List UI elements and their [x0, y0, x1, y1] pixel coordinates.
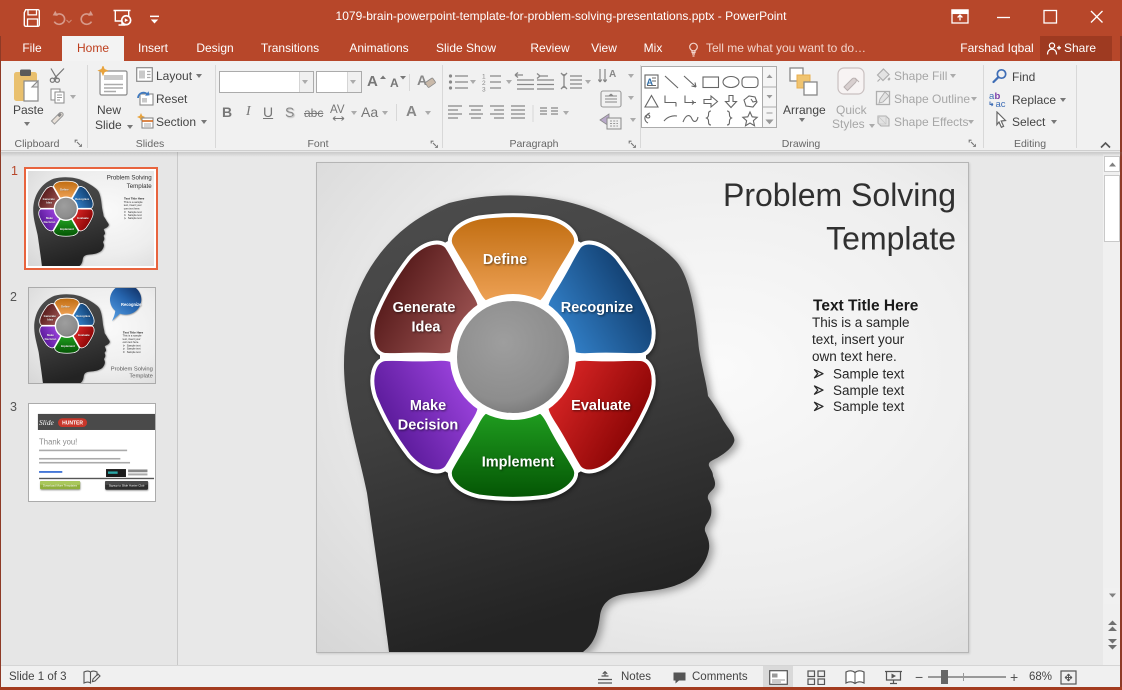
- svg-text:3: 3: [482, 87, 486, 94]
- svg-text:A: A: [609, 69, 616, 80]
- svg-text:ac: ac: [996, 99, 1006, 108]
